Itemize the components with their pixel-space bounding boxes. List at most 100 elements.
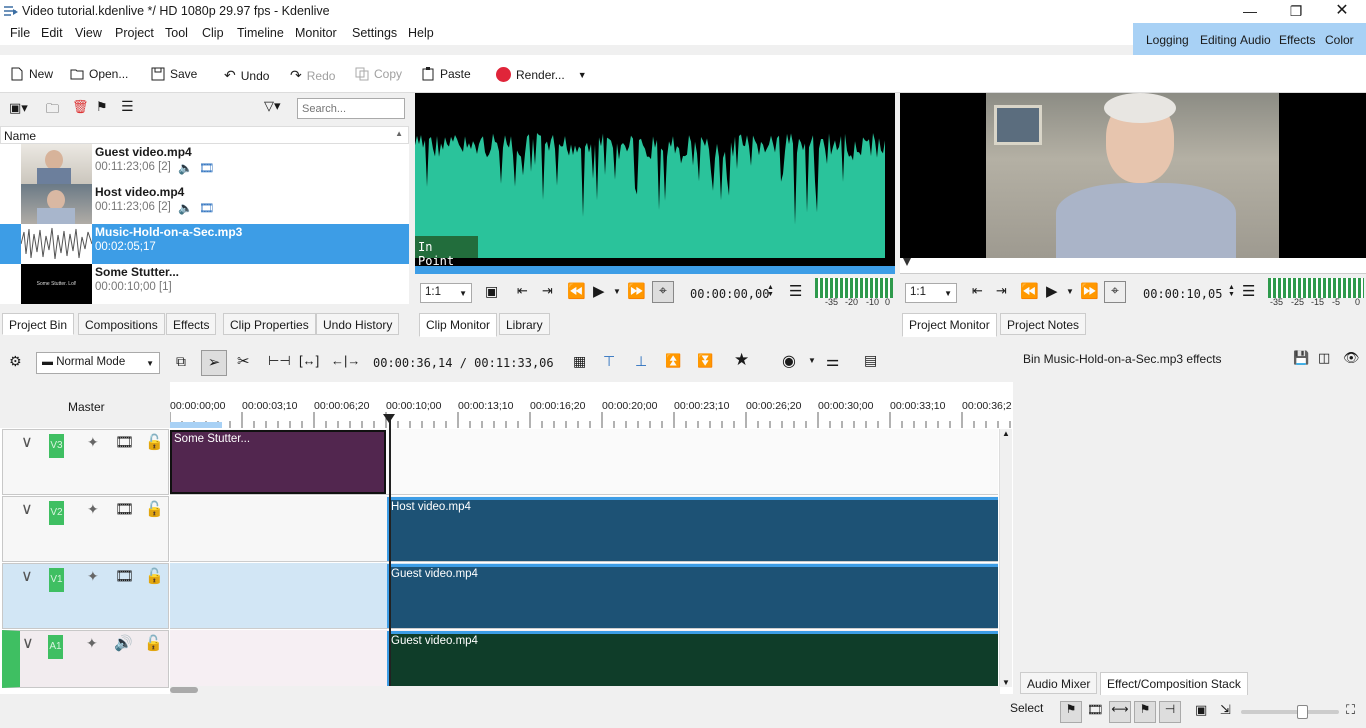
menu-edit[interactable]: Edit (41, 26, 63, 40)
overwrite-icon[interactable]: ⊥ (635, 353, 647, 370)
add-clip-icon[interactable]: ▣▾ (9, 100, 28, 116)
track-name[interactable]: V1 (49, 568, 64, 592)
collapse-icon[interactable]: ∨ (21, 432, 33, 452)
menu-view[interactable]: View (75, 26, 102, 40)
video-track-icon[interactable]: 🎞 (115, 567, 134, 585)
lift-icon[interactable]: ⏬ (697, 353, 713, 369)
select-tool-icon[interactable]: ➢ (201, 350, 227, 376)
menu-project[interactable]: Project (115, 26, 154, 40)
project-monitor-ruler[interactable] (900, 258, 1366, 274)
effects-wand-icon[interactable]: ✦ (87, 434, 99, 451)
tab-project-monitor[interactable]: Project Monitor (902, 313, 997, 337)
monitor-menu-icon[interactable]: ☰ (789, 282, 802, 300)
eye-icon[interactable]: 👁 (1343, 350, 1360, 366)
subtitle-icon[interactable]: ▤ (864, 352, 877, 369)
track-name[interactable]: V3 (49, 434, 64, 458)
paste-button[interactable]: Paste (421, 67, 471, 81)
timeline-clip[interactable]: Some Stutter... (170, 430, 386, 494)
menu-timeline[interactable]: Timeline (237, 26, 284, 40)
zoom-in-icon[interactable]: ⛶ (1346, 702, 1355, 718)
filter-icon[interactable]: ▽▾ (264, 98, 281, 114)
bin-item-host-video[interactable]: Host video.mp4 00:11:23;06 [2] 🔈 🎞 (0, 184, 409, 224)
save-effect-icon[interactable]: 💾 (1293, 350, 1309, 366)
timeline-clip[interactable]: Guest video.mp4 (387, 564, 998, 628)
spacer-tool-icon[interactable]: ⧉ (176, 353, 186, 370)
track-name[interactable]: V2 (49, 501, 64, 525)
set-zone-out-icon[interactable]: ⇥ (996, 283, 1007, 299)
project-monitor-view[interactable] (900, 93, 1366, 258)
track-header-v2[interactable]: ∨ V2 ✦ 🎞 🔓 (2, 496, 169, 562)
bin-search-input[interactable] (297, 98, 405, 119)
timeline-ruler[interactable]: 00:00:00;00 00:00:03;10 00:00:06;20 00:00:1… (170, 396, 1013, 428)
record-icon[interactable]: ◉ (782, 351, 796, 371)
track-lane-v1[interactable]: Guest video.mp4 (170, 563, 998, 629)
video-track-icon[interactable]: 🎞 (115, 433, 134, 451)
render-button[interactable]: Render... ▼ (496, 67, 587, 82)
lock-icon[interactable]: 🔓 (145, 500, 164, 518)
tab-library[interactable]: Library (499, 313, 550, 335)
restore-button[interactable]: ❐ (1273, 0, 1319, 23)
hamburger-menu-icon[interactable]: ☰ (121, 98, 134, 115)
workspace-logging[interactable]: Logging (1146, 33, 1189, 47)
workspace-audio[interactable]: Audio (1240, 33, 1271, 47)
rewind-icon[interactable]: ⏪ (1020, 282, 1039, 300)
thumbnail-toggle-icon[interactable]: 🎞 (1087, 702, 1104, 718)
copy-button[interactable]: Copy (355, 67, 402, 81)
slip-tool-icon[interactable]: ⊢⊣ (268, 353, 291, 369)
set-zone-out-icon[interactable]: ⇥ (542, 283, 553, 299)
timeline-clip[interactable]: Host video.mp4 (387, 497, 998, 561)
tab-clip-properties[interactable]: Clip Properties (223, 313, 316, 335)
fullscreen-icon[interactable]: ▣ (485, 283, 498, 300)
monitor-menu-icon[interactable]: ☰ (1242, 282, 1255, 300)
menu-file[interactable]: File (10, 26, 30, 40)
track-header-v3[interactable]: ∨ V3 ✦ 🎞 🔓 (2, 429, 169, 495)
menu-tool[interactable]: Tool (165, 26, 188, 40)
zoom-fit-icon[interactable]: ▣ (1195, 702, 1207, 718)
tag-toggle-icon[interactable]: ⚑ (1060, 701, 1082, 723)
project-zoom-select[interactable]: 1:1 ▼ (905, 283, 957, 303)
crop-icon[interactable]: ⌖ (1104, 281, 1126, 303)
play-options-icon[interactable]: ▼ (1066, 287, 1074, 296)
play-options-icon[interactable]: ▼ (613, 287, 621, 296)
undo-button[interactable]: ↶ Undo (224, 67, 269, 84)
timeline-zone[interactable] (170, 422, 222, 428)
tab-compositions[interactable]: Compositions (78, 313, 165, 335)
roll-tool-icon[interactable]: ←|→ (331, 353, 360, 368)
minimize-button[interactable]: — (1227, 0, 1273, 23)
lock-icon[interactable]: 🔓 (144, 634, 163, 652)
track-lane-a1[interactable]: Guest video.mp4 (170, 630, 998, 686)
timecode-spin-icon[interactable]: ▲ ▼ (1228, 284, 1235, 298)
timecode-spin-icon[interactable]: ▲ ▼ (767, 284, 774, 298)
menu-help[interactable]: Help (408, 26, 434, 40)
lock-icon[interactable]: 🔓 (145, 433, 164, 451)
forward-icon[interactable]: ⏩ (1080, 282, 1099, 300)
tag-icon[interactable]: ⚑ (96, 99, 108, 115)
effects-wand-icon[interactable]: ✦ (87, 568, 99, 585)
master-header[interactable]: Master (0, 382, 170, 428)
play-icon[interactable]: ▶ (1046, 282, 1058, 300)
workspace-effects[interactable]: Effects (1279, 33, 1315, 47)
lock-icon[interactable]: 🔓 (145, 567, 164, 585)
timeline-horizontal-scrollbar[interactable] (170, 686, 1000, 694)
collapse-icon[interactable]: ∨ (22, 633, 34, 653)
workspace-editing[interactable]: Editing (1200, 33, 1237, 47)
tab-undo-history[interactable]: Undo History (316, 313, 400, 335)
video-track-icon[interactable]: 🎞 (115, 500, 134, 518)
bin-item-music[interactable]: Music-Hold-on-a-Sec.mp3 00:02:05;17 (0, 224, 409, 264)
tab-project-notes[interactable]: Project Notes (1000, 313, 1087, 335)
audio-track-icon[interactable]: 🔊 (114, 634, 133, 652)
ripple-tool-icon[interactable]: [↔] (299, 353, 319, 368)
mixer-icon[interactable]: ⚌ (826, 352, 839, 370)
bin-item-guest-video[interactable]: Guest video.mp4 00:11:23;06 [2] 🔈 🎞 (0, 144, 409, 184)
collapse-icon[interactable]: ∨ (21, 499, 33, 519)
bin-column-header[interactable]: Name ▲ (0, 126, 409, 144)
bin-item-title-clip[interactable]: Some Stutter. Lol! Some Stutter... 00:00… (0, 264, 409, 304)
track-name[interactable]: A1 (48, 635, 63, 659)
clip-timecode[interactable]: 00:00:00,00 (690, 287, 769, 301)
close-button[interactable]: ✕ (1319, 0, 1365, 23)
new-button[interactable]: New (10, 67, 53, 81)
timeline-clip[interactable]: Guest video.mp4 (387, 631, 998, 686)
tab-effect-composition-stack[interactable]: Effect/Composition Stack (1100, 672, 1248, 696)
tab-audio-mixer[interactable]: Audio Mixer (1020, 672, 1098, 694)
timeline-position[interactable]: 00:00:36,14 / 00:11:33,06 (373, 356, 554, 370)
